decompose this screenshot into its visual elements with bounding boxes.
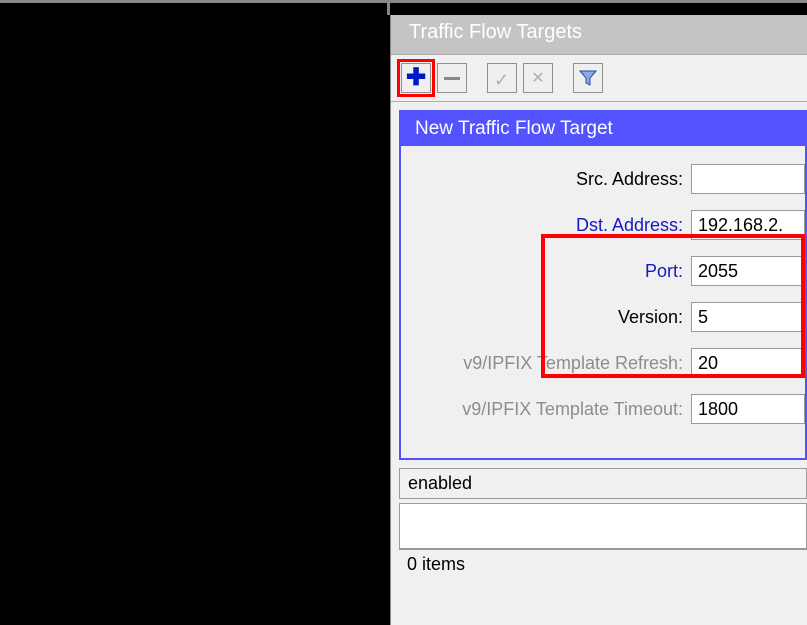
src-address-input[interactable]	[691, 164, 805, 194]
discard-button[interactable]	[523, 63, 553, 93]
apply-button[interactable]	[487, 63, 517, 93]
port-input[interactable]	[691, 256, 805, 286]
window-title: Traffic Flow Targets	[391, 15, 807, 55]
template-refresh-label: v9/IPFIX Template Refresh:	[401, 353, 691, 374]
item-count: 0 items	[399, 549, 807, 581]
traffic-flow-targets-window: Traffic Flow Targets ✚ New Traffic Flow …	[390, 15, 807, 625]
template-timeout-label: v9/IPFIX Template Timeout:	[401, 399, 691, 420]
version-input[interactable]	[691, 302, 805, 332]
check-icon	[494, 70, 510, 86]
version-label: Version:	[401, 307, 691, 328]
minus-icon	[444, 77, 460, 80]
src-address-label: Src. Address:	[401, 169, 691, 190]
new-target-dialog: New Traffic Flow Target Src. Address: Ds…	[399, 110, 807, 460]
toolbar: ✚	[391, 55, 807, 102]
remove-button[interactable]	[437, 63, 467, 93]
funnel-icon	[579, 69, 597, 87]
port-label: Port:	[401, 261, 691, 282]
status-text: enabled	[399, 468, 807, 499]
dst-address-label: Dst. Address:	[401, 215, 691, 236]
target-list[interactable]	[399, 503, 807, 549]
template-refresh-input[interactable]	[691, 348, 805, 378]
dialog-title: New Traffic Flow Target	[401, 112, 805, 146]
template-timeout-input[interactable]	[691, 394, 805, 424]
x-icon	[531, 68, 544, 88]
add-button[interactable]: ✚	[401, 63, 431, 93]
filter-button[interactable]	[573, 63, 603, 93]
plus-icon: ✚	[406, 66, 426, 90]
dst-address-input[interactable]	[691, 210, 805, 240]
